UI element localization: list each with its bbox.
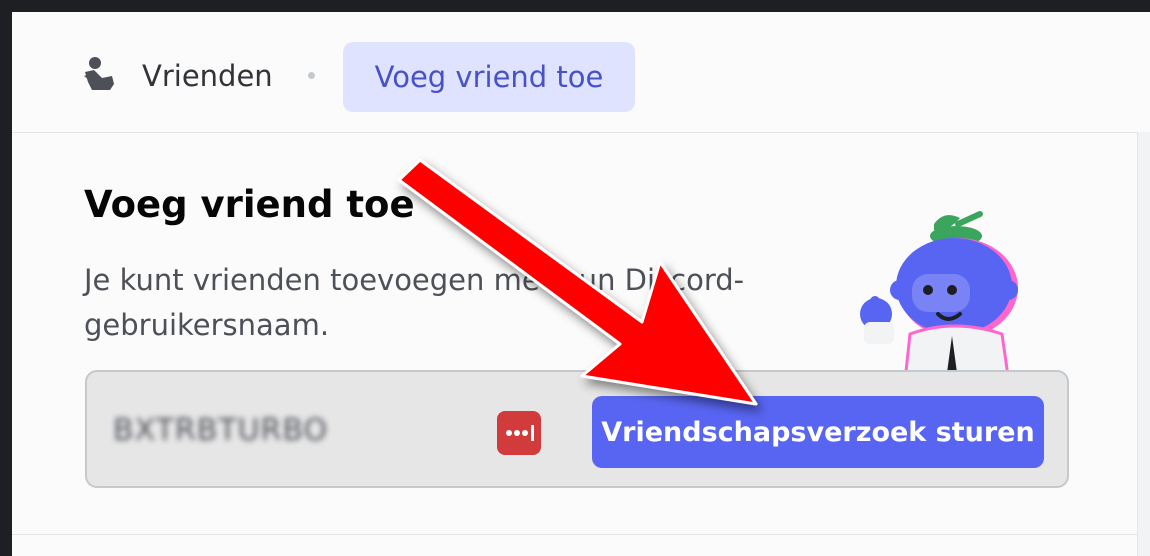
tab-add-friend[interactable]: Voeg vriend toe: [343, 42, 635, 112]
app-window: Vrienden Voeg vriend toe Voeg vriend toe…: [12, 12, 1150, 556]
username-input-box[interactable]: BXTRBTURBO Vriendschapsverzoek sturen: [85, 370, 1069, 488]
page-title: Voeg vriend toe: [84, 183, 415, 226]
add-friend-description: Je kunt vrienden toevoegen met hun Disco…: [84, 263, 745, 342]
lastpass-dots-icon: [506, 425, 534, 441]
separator-dot: [308, 72, 315, 79]
section-divider: [12, 534, 1150, 535]
friends-icon: [84, 57, 114, 90]
lastpass-icon[interactable]: [497, 411, 541, 455]
username-input[interactable]: BXTRBTURBO: [113, 411, 328, 451]
right-sidebar-edge: [1137, 132, 1150, 556]
send-friend-request-button[interactable]: Vriendschapsverzoek sturen: [592, 396, 1044, 468]
friends-header: Vrienden Voeg vriend toe: [12, 12, 1150, 133]
wumpus-illustration: [860, 211, 1018, 390]
friends-title: Vrienden: [142, 59, 273, 93]
